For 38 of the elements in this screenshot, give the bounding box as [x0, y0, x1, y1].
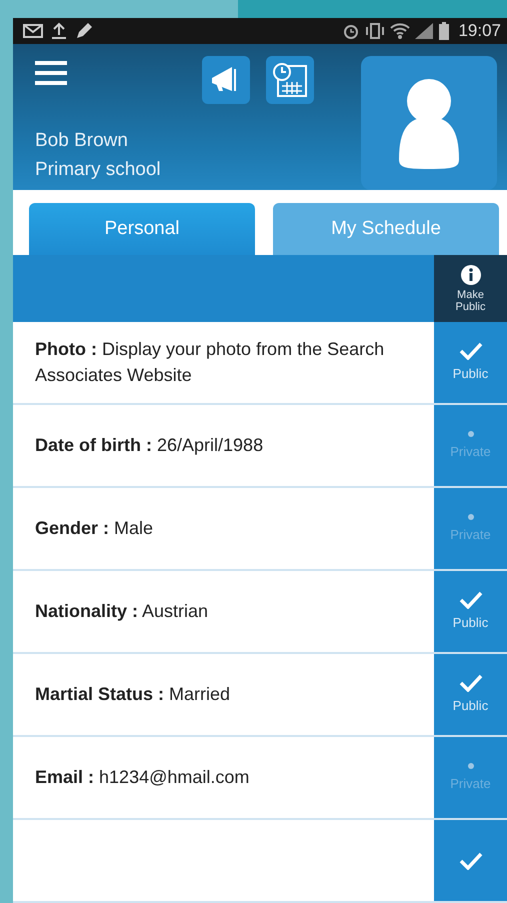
upload-icon — [51, 22, 67, 40]
alarm-icon — [342, 22, 360, 39]
wifi-icon — [390, 22, 410, 40]
pencil-icon — [75, 22, 93, 40]
dot-icon — [466, 762, 474, 770]
visibility-toggle[interactable]: Public — [434, 571, 507, 652]
dot-icon — [466, 430, 474, 438]
visibility-toggle[interactable]: Private — [434, 405, 507, 486]
visibility-toggle[interactable] — [434, 820, 507, 901]
check-icon — [458, 342, 482, 360]
megaphone-button[interactable] — [202, 56, 250, 104]
mail-icon — [23, 24, 43, 38]
field-text: Photo : Display your photo from the Search Associates Website — [34, 338, 386, 386]
tab[interactable]: Personal — [29, 202, 255, 256]
visibility-toggle[interactable]: Private — [434, 737, 507, 818]
field-text: Email : h1234@hmail.com — [34, 766, 250, 789]
clock-time: 19:07 — [458, 20, 501, 42]
field-text: Gender : Male — [34, 516, 154, 540]
calendar-clock-button[interactable] — [266, 56, 314, 104]
field-text: Date of birth : 26/April/1988 — [34, 434, 264, 457]
make-public-header: Make Public — [434, 255, 507, 322]
field-text: Martial Status : Married — [34, 682, 232, 706]
user-name: Bob Brown — [35, 128, 129, 152]
info-icon — [460, 264, 482, 286]
field-text: Nationality : Austrian — [34, 600, 210, 623]
visibility-toggle[interactable]: Public — [434, 654, 507, 735]
battery-icon — [438, 20, 450, 41]
school-name: Primary school — [35, 158, 162, 182]
check-icon — [458, 852, 482, 870]
menu-icon[interactable] — [35, 60, 67, 86]
dot-icon — [466, 512, 474, 521]
tab[interactable]: My Schedule — [273, 202, 499, 256]
signal-icon — [414, 22, 434, 40]
vibrate-icon — [364, 22, 386, 39]
check-icon — [458, 590, 482, 609]
visibility-toggle[interactable]: Private — [434, 488, 507, 569]
visibility-toggle[interactable]: Public — [434, 322, 507, 403]
check-icon — [458, 674, 482, 692]
